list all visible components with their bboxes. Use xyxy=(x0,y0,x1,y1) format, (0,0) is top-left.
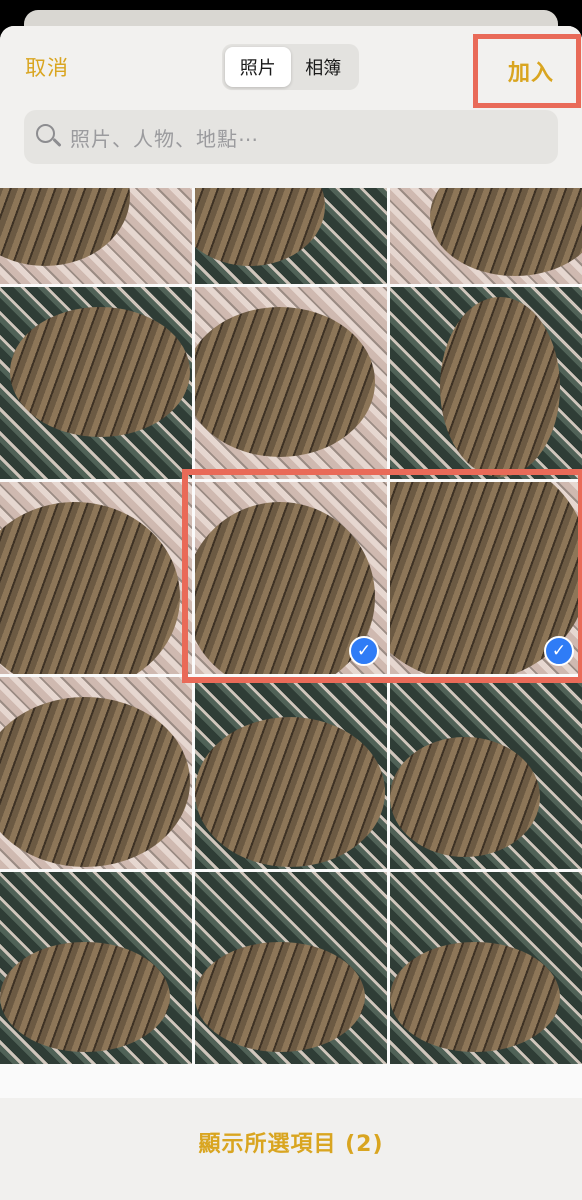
photo-thumbnail[interactable] xyxy=(0,482,192,674)
tab-photos[interactable]: 照片 xyxy=(225,47,291,87)
photo-thumbnail[interactable] xyxy=(195,677,387,869)
photo-thumbnail[interactable]: ✓ xyxy=(195,482,387,674)
picker-header: 取消 照片 相簿 加入 照片、人物、地點⋯ xyxy=(0,26,582,188)
checkmark-icon: ✓ xyxy=(349,636,379,666)
photo-thumbnail[interactable] xyxy=(0,287,192,479)
photo-grid: ✓ ✓ xyxy=(0,186,582,1064)
photo-thumbnail[interactable] xyxy=(195,186,387,284)
photo-thumbnail[interactable] xyxy=(390,287,582,479)
photo-thumbnail[interactable] xyxy=(0,186,192,284)
checkmark-icon: ✓ xyxy=(544,636,574,666)
photo-thumbnail[interactable] xyxy=(0,872,192,1064)
show-selected-button[interactable]: 顯示所選項目 (2) xyxy=(0,1126,582,1158)
search-placeholder: 照片、人物、地點⋯ xyxy=(70,126,259,151)
tab-albums[interactable]: 相簿 xyxy=(291,47,357,87)
photo-thumbnail[interactable] xyxy=(390,677,582,869)
search-icon xyxy=(36,124,62,150)
add-button-label: 加入 xyxy=(507,61,554,86)
search-field[interactable]: 照片、人物、地點⋯ xyxy=(24,110,558,164)
photo-thumbnail[interactable] xyxy=(390,186,582,284)
photo-picker-sheet: 取消 照片 相簿 加入 照片、人物、地點⋯ ✓ ✓ 顯示所選項目 (2) xyxy=(0,26,582,1200)
photo-thumbnail[interactable] xyxy=(195,287,387,479)
photo-thumbnail[interactable] xyxy=(390,872,582,1064)
photo-thumbnail[interactable] xyxy=(0,677,192,869)
tab-switcher: 照片 相簿 xyxy=(222,44,359,90)
bottom-toolbar: 顯示所選項目 (2) xyxy=(0,1098,582,1200)
cancel-button[interactable]: 取消 xyxy=(25,52,69,82)
photo-thumbnail[interactable] xyxy=(195,872,387,1064)
photo-thumbnail[interactable]: ✓ xyxy=(390,482,582,674)
add-button[interactable]: 加入 xyxy=(473,34,581,108)
